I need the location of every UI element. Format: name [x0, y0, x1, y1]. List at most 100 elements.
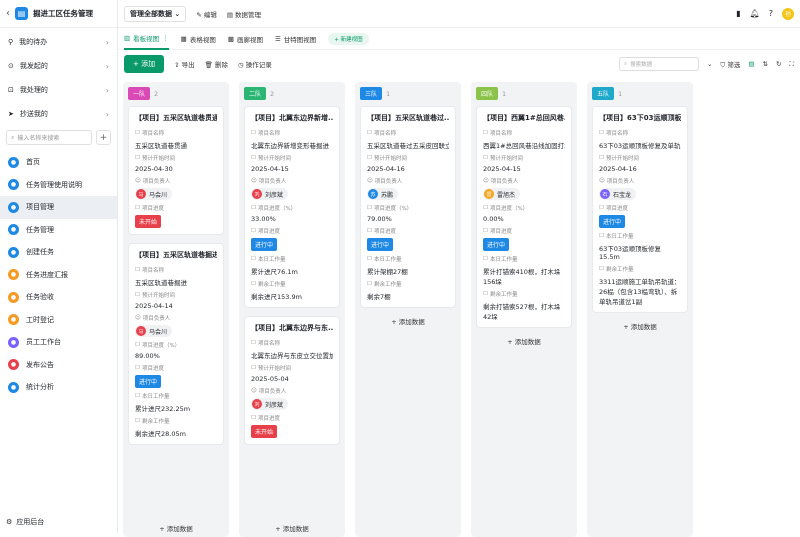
- column-count: 2: [270, 89, 275, 98]
- sidebar-menu: ● 首页 ● 任务管理使用说明 ● 项目管理 ● 任务管理 ● 创建任务 ● 任务进度汇报 ● 任务验收 ●…: [0, 151, 117, 399]
- sidebar-menu-item[interactable]: ● 任务管理使用说明: [0, 174, 117, 197]
- sidebar: ‹ ▤ 掘进工区任务管理 ⚲ 我的待办 › ⊙ 我发起的 › ⊡ 我处理的 › ➤ 抄送我的 › ⌕ 输…: [0, 0, 118, 533]
- project-card[interactable]: 【项目】北翼东边界与东... ☐ 项目名称 北翼东边界与东皮立交位置加固 ☐ 预计开始…: [244, 316, 340, 445]
- tab-gallery[interactable]: ▩ 画廊视图: [228, 28, 263, 50]
- help-icon[interactable]: ?: [769, 9, 773, 18]
- app-backend-link[interactable]: ⚙ 应用后台: [6, 517, 44, 527]
- field-label: ☐ 本日工作量: [135, 393, 170, 400]
- add-data-button[interactable]: + 添加数据: [123, 523, 229, 533]
- add-data-button[interactable]: + 添加数据: [592, 321, 688, 331]
- new-view-button[interactable]: + 新建视图: [328, 32, 369, 45]
- team-badge: 三队: [360, 87, 383, 100]
- column-header: 五队 1: [592, 87, 688, 100]
- sidebar-menu-item[interactable]: ● 发布公告: [0, 354, 117, 377]
- tab-gantt[interactable]: ☰ 甘特图视图: [275, 28, 316, 50]
- log-button[interactable]: ◷ 操作记录: [238, 59, 272, 69]
- check-icon: ●: [8, 291, 19, 303]
- pin-icon: ⚲: [8, 38, 14, 46]
- tab-kanban[interactable]: ▥ 看板视图 ⋮: [124, 28, 169, 50]
- data-manage-button[interactable]: ▤ 数据管理: [227, 9, 261, 19]
- project-card[interactable]: 【项目】西翼1#总回风巷... ☐ 项目名称西翼1#总回风巷沿线加固打木垛... ☐…: [476, 106, 572, 328]
- sidebar-nav-item[interactable]: ⊡ 我处理的 ›: [0, 78, 117, 102]
- layout-icon[interactable]: ▤: [748, 60, 754, 68]
- data-search-input[interactable]: ⌕ 搜索数据: [618, 57, 699, 71]
- add-button[interactable]: + 添加: [124, 55, 165, 73]
- status-badge: 进行中: [599, 215, 626, 228]
- field-label: ☐ 剩余工作量: [135, 418, 170, 425]
- start-date: 2025-04-15: [251, 165, 289, 173]
- sidebar-menu-item[interactable]: ● 任务管理: [0, 219, 117, 242]
- create-icon: ●: [8, 246, 19, 258]
- doc-icon: ●: [8, 179, 19, 191]
- sidebar-menu-item[interactable]: ● 任务进度汇报: [0, 264, 117, 287]
- start-date: 2025-04-16: [599, 165, 637, 173]
- sidebar-menu-item[interactable]: ● 员工工作台: [0, 331, 117, 354]
- field-label: ☐ 项目名称: [135, 130, 164, 137]
- field-label: ☐ 项目进度: [483, 228, 512, 235]
- owner-chip: 马马会川: [135, 188, 173, 200]
- app-logo-icon: ▤: [15, 7, 28, 20]
- sidebar-menu-item[interactable]: ● 统计分析: [0, 376, 117, 399]
- card-title: 【项目】五采区轨道巷贯通: [135, 114, 217, 122]
- field-label: ☐ 预计开始时间: [135, 292, 175, 299]
- sidebar-menu-item[interactable]: ● 创建任务: [0, 241, 117, 264]
- project-card[interactable]: 【项目】五采区轨道巷掘进 ☐ 项目名称 五采区轨道巷掘进 ☐ 预计开始时间 2025-0…: [128, 243, 224, 445]
- sidebar-menu-item[interactable]: ● 首页: [0, 151, 117, 174]
- topbar: 管理全部数据 ⌄ ✎ 编辑 ▤ 数据管理 ▮ 🔔︎ ? 孙: [118, 0, 800, 28]
- sidebar-nav-item[interactable]: ⚲ 我的待办 ›: [0, 30, 117, 54]
- tab-table[interactable]: ▦ 表格视图: [181, 28, 216, 50]
- avatar: 马: [136, 189, 146, 199]
- filter-button[interactable]: ⛉ 筛选: [720, 59, 740, 70]
- send-icon: ⊙: [8, 62, 14, 70]
- delete-button[interactable]: 🗑︎ 删除: [205, 59, 228, 69]
- sort-icon[interactable]: ⇅: [763, 60, 768, 68]
- project-name: 五采区轨道巷过五采皮回联立交: [367, 142, 449, 150]
- sidebar-menu-item[interactable]: ● 工时登记: [0, 309, 117, 332]
- project-card[interactable]: 【项目】五采区轨道巷贯通 ☐ 项目名称 五采区轨道巷贯通 ☐ 预计开始时间 2025-0…: [128, 106, 224, 235]
- announce-icon: ●: [8, 359, 19, 371]
- data-scope-select[interactable]: 管理全部数据 ⌄: [124, 5, 187, 22]
- project-name: 63下03运顺顶板修复及单轨吊13...: [599, 142, 681, 150]
- project-card[interactable]: 【项目】五采区轨道巷过... ☐ 项目名称 五采区轨道巷过五采皮回联立交 ☐ 预计开始…: [360, 106, 456, 308]
- export-button[interactable]: ⇪ 导出: [174, 59, 195, 69]
- status-badge: 未开始: [135, 215, 162, 228]
- sidebar-nav-item[interactable]: ➤ 抄送我的 ›: [0, 102, 117, 126]
- chevron-down-icon[interactable]: ⌄: [707, 60, 712, 68]
- sidebar-menu-item[interactable]: ● 任务验收: [0, 286, 117, 309]
- card-title: 【项目】北翼东边界与东...: [251, 324, 333, 332]
- team-badge: 一队: [128, 87, 151, 100]
- sidebar-nav-item[interactable]: ⊙ 我发起的 ›: [0, 54, 117, 78]
- table-icon: ▦: [180, 34, 187, 43]
- kanban-board: 一队 2 【项目】五采区轨道巷贯通 ☐ 项目名称 五采区轨道巷贯通 ☐ 预计开始时间 202…: [118, 78, 800, 537]
- workload-value: 累计架棚27棚: [367, 268, 408, 276]
- project-card[interactable]: 【项目】63下03运顺顶板... ☐ 项目名称 63下03运顺顶板修复及单轨吊13.…: [592, 106, 688, 313]
- sidebar-search-input[interactable]: ⌕ 输入名称来搜索: [6, 130, 92, 145]
- add-menu-button[interactable]: +: [96, 130, 111, 145]
- start-date: 2025-04-14: [135, 302, 173, 310]
- field-label: ☺ 项目负责人: [367, 178, 403, 185]
- chevron-right-icon: ›: [105, 85, 109, 95]
- workload-value: 63下03运顺顶板修复15.5m: [599, 245, 662, 261]
- back-icon[interactable]: ‹: [6, 8, 10, 19]
- remaining-value: 剩余7棚: [367, 293, 391, 301]
- add-data-button[interactable]: + 添加数据: [476, 336, 572, 346]
- progress-value: 89.00%: [135, 352, 160, 360]
- task-icon: ●: [8, 224, 19, 236]
- sidebar-menu-item[interactable]: ● 项目管理: [0, 196, 117, 219]
- avatar: 刘: [252, 189, 262, 199]
- edit-button[interactable]: ✎ 编辑: [196, 9, 217, 19]
- bell-icon[interactable]: 🔔︎: [750, 9, 760, 18]
- add-data-button[interactable]: + 添加数据: [239, 523, 345, 533]
- refresh-icon[interactable]: ↻: [776, 60, 781, 68]
- field-label: ☐ 本日工作量: [599, 233, 634, 240]
- owner-chip: 雷雷旭杰: [483, 188, 521, 200]
- add-data-button[interactable]: + 添加数据: [360, 316, 456, 326]
- field-label: ☐ 剩余工作量: [251, 281, 286, 288]
- column-count: 2: [154, 89, 159, 98]
- avatar[interactable]: 孙: [782, 7, 794, 20]
- fullscreen-icon[interactable]: ⛶: [789, 60, 794, 69]
- notebook-icon[interactable]: ▮: [736, 9, 740, 18]
- team-badge: 二队: [244, 87, 267, 100]
- project-card[interactable]: 【项目】北翼东边界新增... ☐ 项目名称 北翼东边界新增变形巷掘进 ☐ 预计开始时间…: [244, 106, 340, 308]
- progress-value: 0.00%: [483, 215, 504, 223]
